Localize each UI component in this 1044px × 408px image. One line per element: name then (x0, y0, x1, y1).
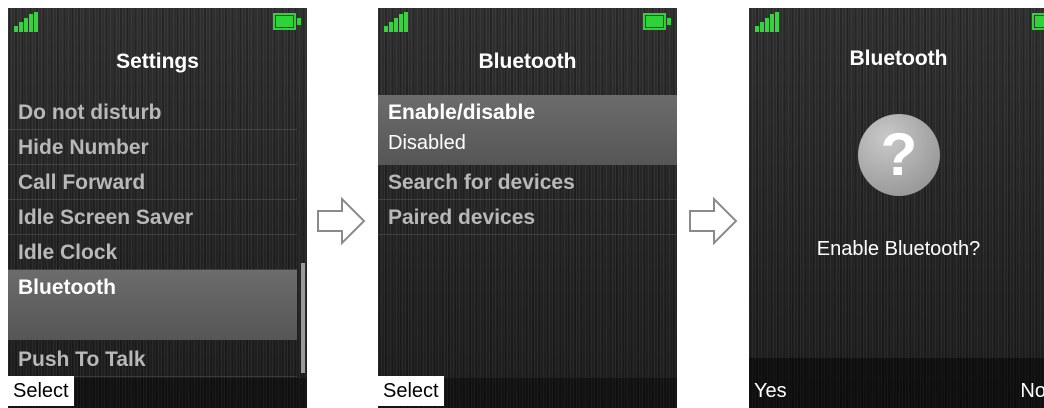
menu-item-paired-devices[interactable]: Paired devices (378, 200, 677, 235)
battery-icon (273, 12, 301, 32)
no-softkey[interactable]: No (1020, 376, 1044, 406)
arrow-right-icon (317, 196, 366, 246)
page-title: Bluetooth (849, 47, 948, 70)
menu-item-push-to-talk[interactable]: Push To Talk (8, 342, 297, 377)
page-title: Bluetooth (478, 50, 577, 73)
dialog-prompt: Enable Bluetooth? (816, 238, 981, 260)
question-icon: ? (858, 114, 940, 196)
signal-strength-icon (14, 12, 40, 32)
battery-icon (643, 12, 671, 32)
scrollbar[interactable] (301, 263, 305, 373)
signal-strength-icon (384, 12, 410, 32)
settings-screen: Settings Do not disturb Hide Number Call… (8, 8, 307, 408)
menu-item-search-for-devices[interactable]: Search for devices (378, 165, 677, 200)
select-softkey[interactable]: Select (378, 376, 444, 406)
arrow-right-icon (689, 196, 738, 246)
yes-softkey[interactable]: Yes (754, 376, 787, 406)
page-title: Settings (116, 50, 199, 73)
battery-icon (1032, 12, 1044, 32)
softkey-bar (749, 358, 1044, 408)
menu-item-call-forward[interactable]: Call Forward (8, 165, 297, 200)
menu-item-bluetooth[interactable]: Bluetooth (8, 270, 297, 340)
bluetooth-status-value: Disabled (388, 132, 466, 154)
select-softkey[interactable]: Select (8, 376, 74, 406)
menu-item-idle-clock[interactable]: Idle Clock (8, 235, 297, 270)
menu-item-hide-number[interactable]: Hide Number (8, 130, 297, 165)
menu-item-do-not-disturb[interactable]: Do not disturb (8, 95, 297, 130)
enable-bluetooth-dialog: Bluetooth ? Enable Bluetooth? Yes No (749, 8, 1044, 408)
signal-strength-icon (755, 12, 781, 32)
menu-item-enable-disable[interactable]: Enable/disable Disabled (378, 95, 677, 165)
menu-item-label: Enable/disable (388, 101, 536, 124)
menu-item-idle-screen-saver[interactable]: Idle Screen Saver (8, 200, 297, 235)
bluetooth-menu-screen: Bluetooth Enable/disable Disabled Search… (378, 8, 677, 408)
